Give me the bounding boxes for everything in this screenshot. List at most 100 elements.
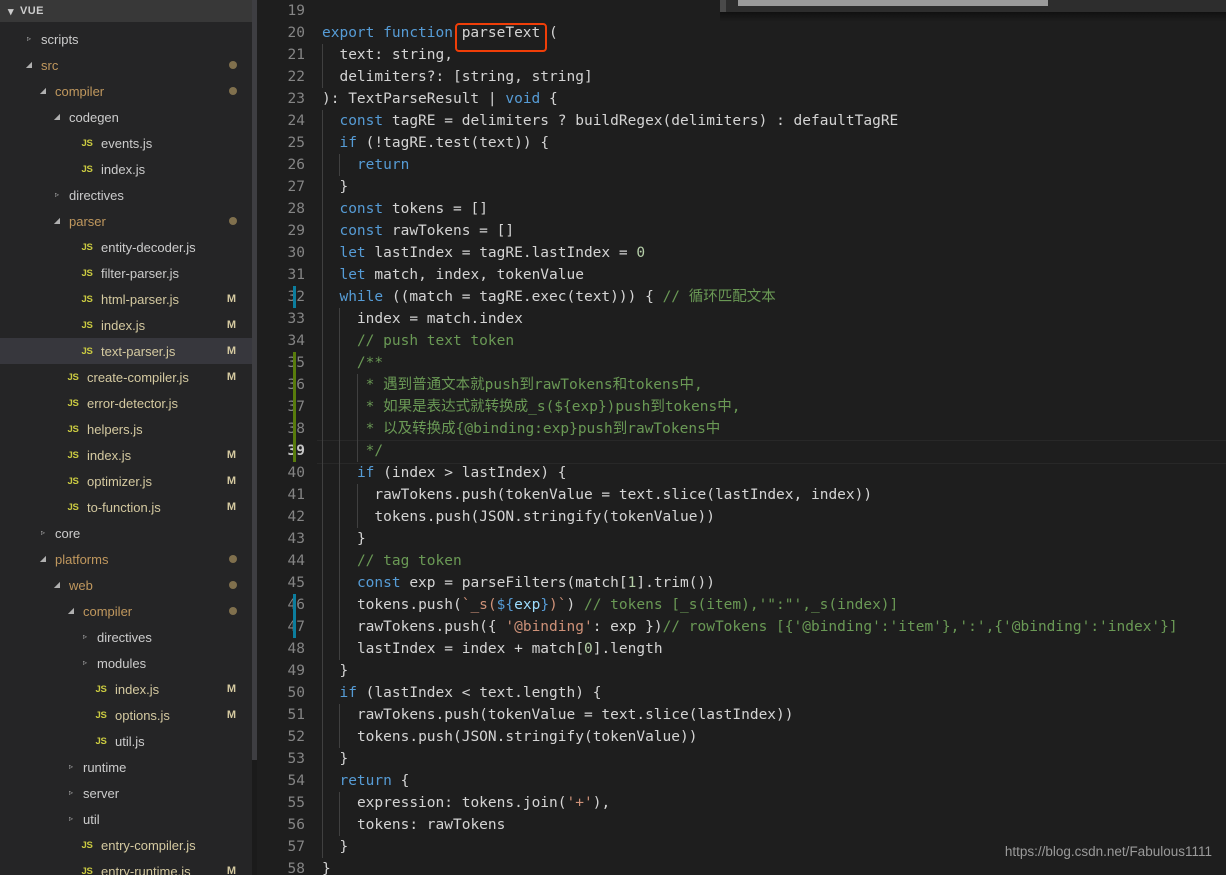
code-line[interactable]: 49 } xyxy=(257,660,1226,682)
tree-item-core[interactable]: ▹ core xyxy=(0,520,257,546)
twisty-expanded-icon[interactable]: ◢ xyxy=(22,61,36,69)
twisty-collapsed-icon[interactable]: ▹ xyxy=(78,659,92,667)
tree-item-error-detector-js[interactable]: JS error-detector.js xyxy=(0,390,257,416)
code-line[interactable]: 30 let lastIndex = tagRE.lastIndex = 0 xyxy=(257,242,1226,264)
twisty-collapsed-icon[interactable]: ▹ xyxy=(36,529,50,537)
tree-item-web[interactable]: ◢ web xyxy=(0,572,257,598)
code-line[interactable]: 36 * 遇到普通文本就push到rawTokens和tokens中, xyxy=(257,374,1226,396)
tree-item-entity-decoder-js[interactable]: JS entity-decoder.js xyxy=(0,234,257,260)
tree-item-index-js[interactable]: JS index.js M xyxy=(0,676,257,702)
code-line[interactable]: 48 lastIndex = index + match[0].length xyxy=(257,638,1226,660)
code-line[interactable]: 47 rawTokens.push({ '@binding': exp })//… xyxy=(257,616,1226,638)
twisty-expanded-icon[interactable]: ◢ xyxy=(36,87,50,95)
code-line[interactable]: 20 export function parseText ( xyxy=(257,22,1226,44)
twisty-collapsed-icon[interactable]: ▹ xyxy=(22,35,36,43)
tree-item-label: options.js xyxy=(115,707,170,723)
code-line[interactable]: 23): TextParseResult | void { xyxy=(257,88,1226,110)
code-line[interactable]: 22 delimiters?: [string, string] xyxy=(257,66,1226,88)
tree-item-util[interactable]: ▹ util xyxy=(0,806,257,832)
code-line[interactable]: 58} xyxy=(257,858,1226,875)
git-modified-badge: M xyxy=(226,319,236,331)
line-number: 39 xyxy=(287,443,305,459)
tree-item-modules[interactable]: ▹ modules xyxy=(0,650,257,676)
code-line[interactable]: 45 const exp = parseFilters(match[1].tri… xyxy=(257,572,1226,594)
twisty-expanded-icon[interactable]: ◢ xyxy=(36,555,50,563)
twisty-expanded-icon[interactable]: ◢ xyxy=(64,607,78,615)
tree-item-text-parser-js[interactable]: JS text-parser.js M xyxy=(0,338,257,364)
tree-item-to-function-js[interactable]: JS to-function.js M xyxy=(0,494,257,520)
code-text: ): TextParseResult | void { xyxy=(322,91,558,107)
code-line[interactable]: 43 } xyxy=(257,528,1226,550)
code-line[interactable]: 35 /** xyxy=(257,352,1226,374)
code-line[interactable]: 28 const tokens = [] xyxy=(257,198,1226,220)
tree-item-optimizer-js[interactable]: JS optimizer.js M xyxy=(0,468,257,494)
code-line[interactable]: 32 while ((match = tagRE.exec(text))) { … xyxy=(257,286,1226,308)
twisty-collapsed-icon[interactable]: ▹ xyxy=(78,633,92,641)
tree-item-platforms[interactable]: ◢ platforms xyxy=(0,546,257,572)
tree-item-codegen[interactable]: ◢ codegen xyxy=(0,104,257,130)
tree-item-helpers-js[interactable]: JS helpers.js xyxy=(0,416,257,442)
code-line[interactable]: 31 let match, index, tokenValue xyxy=(257,264,1226,286)
twisty-expanded-icon[interactable]: ◢ xyxy=(50,113,64,121)
tree-item-filter-parser-js[interactable]: JS filter-parser.js xyxy=(0,260,257,286)
code-line[interactable]: 27 } xyxy=(257,176,1226,198)
tree-item-html-parser-js[interactable]: JS html-parser.js M xyxy=(0,286,257,312)
code-line[interactable]: 37 * 如果是表达式就转换成_s(${exp})push到tokens中, xyxy=(257,396,1226,418)
javascript-file-icon: JS xyxy=(95,735,107,747)
code-line[interactable]: 51 rawTokens.push(tokenValue = text.slic… xyxy=(257,704,1226,726)
tree-item-util-js[interactable]: JS util.js xyxy=(0,728,257,754)
code-line[interactable]: 46 tokens.push(`_s(${exp})`) // tokens [… xyxy=(257,594,1226,616)
code-line[interactable]: 25 if (!tagRE.test(text)) { xyxy=(257,132,1226,154)
explorer-section-header[interactable]: ▾ VUE xyxy=(0,0,257,22)
javascript-file-icon: JS xyxy=(67,423,79,435)
code-line[interactable]: 24 const tagRE = delimiters ? buildRegex… xyxy=(257,110,1226,132)
tree-item-index-js[interactable]: JS index.js M xyxy=(0,442,257,468)
code-editor[interactable]: 19 20 export function parseText (21 text:… xyxy=(257,0,1226,875)
tree-item-directives[interactable]: ▹ directives xyxy=(0,182,257,208)
twisty-expanded-icon[interactable]: ◢ xyxy=(50,217,64,225)
code-line[interactable]: 33 index = match.index xyxy=(257,308,1226,330)
tree-item-directives[interactable]: ▹ directives xyxy=(0,624,257,650)
tree-item-events-js[interactable]: JS events.js xyxy=(0,130,257,156)
tree-item-src[interactable]: ◢ src xyxy=(0,52,257,78)
code-lines[interactable]: 19 20 export function parseText (21 text:… xyxy=(257,0,1226,875)
twisty-collapsed-icon[interactable]: ▹ xyxy=(50,191,64,199)
twisty-collapsed-icon[interactable]: ▹ xyxy=(64,789,78,797)
tree-item-compiler[interactable]: ◢ compiler xyxy=(0,78,257,104)
code-line[interactable]: 26 return xyxy=(257,154,1226,176)
code-line[interactable]: 42 tokens.push(JSON.stringify(tokenValue… xyxy=(257,506,1226,528)
tree-item-index-js[interactable]: JS index.js M xyxy=(0,312,257,338)
code-line[interactable]: 41 rawTokens.push(tokenValue = text.slic… xyxy=(257,484,1226,506)
code-line[interactable]: 44 // tag token xyxy=(257,550,1226,572)
twisty-expanded-icon[interactable]: ◢ xyxy=(50,581,64,589)
code-line[interactable]: 39 */ xyxy=(257,440,1226,464)
code-text: } xyxy=(339,663,349,679)
tree-item-entry-compiler-js[interactable]: JS entry-compiler.js xyxy=(0,832,257,858)
code-line[interactable]: 50 if (lastIndex < text.length) { xyxy=(257,682,1226,704)
tree-item-index-js[interactable]: JS index.js xyxy=(0,156,257,182)
twisty-collapsed-icon[interactable]: ▹ xyxy=(64,763,78,771)
twisty-collapsed-icon[interactable]: ▹ xyxy=(64,815,78,823)
code-line[interactable]: 38 * 以及转换成{@binding:exp}push到rawTokens中 xyxy=(257,418,1226,440)
tree-item-create-compiler-js[interactable]: JS create-compiler.js M xyxy=(0,364,257,390)
code-line[interactable]: 53 } xyxy=(257,748,1226,770)
code-line[interactable]: 55 expression: tokens.join('+'), xyxy=(257,792,1226,814)
code-line[interactable]: 54 return { xyxy=(257,770,1226,792)
folder-dirty-dot-icon xyxy=(229,555,237,563)
code-line[interactable]: 34 // push text token xyxy=(257,330,1226,352)
tree-item-entry-runtime-js[interactable]: JS entry-runtime.js M xyxy=(0,858,257,875)
code-line[interactable]: 29 const rawTokens = [] xyxy=(257,220,1226,242)
tree-item-scripts[interactable]: ▹ scripts xyxy=(0,26,257,52)
tree-item-parser[interactable]: ◢ parser xyxy=(0,208,257,234)
code-line[interactable]: 40 if (index > lastIndex) { xyxy=(257,462,1226,484)
code-line[interactable]: 52 tokens.push(JSON.stringify(tokenValue… xyxy=(257,726,1226,748)
tree-item-runtime[interactable]: ▹ runtime xyxy=(0,754,257,780)
tree-item-options-js[interactable]: JS options.js M xyxy=(0,702,257,728)
line-number: 30 xyxy=(287,245,305,261)
code-text: expression: tokens.join('+'), xyxy=(356,795,611,811)
tree-item-server[interactable]: ▹ server xyxy=(0,780,257,806)
code-line[interactable]: 19 xyxy=(257,0,1226,22)
code-line[interactable]: 56 tokens: rawTokens xyxy=(257,814,1226,836)
code-line[interactable]: 21 text: string, xyxy=(257,44,1226,66)
tree-item-compiler[interactable]: ◢ compiler xyxy=(0,598,257,624)
